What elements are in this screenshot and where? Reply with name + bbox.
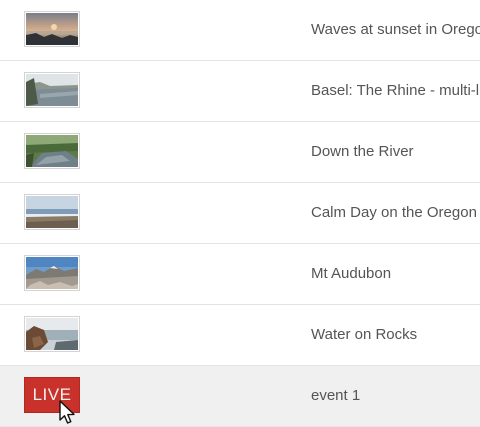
video-list-item[interactable]: Water on Rocks [0, 305, 480, 366]
sunset-ocean-thumbnail [26, 13, 78, 45]
rocks-water-thumbnail [26, 318, 78, 350]
video-thumbnail[interactable] [24, 133, 80, 169]
video-list-item[interactable]: Calm Day on the Oregon C [0, 183, 480, 244]
video-title[interactable]: event 1 [311, 366, 360, 426]
video-title[interactable]: Basel: The Rhine - multi-li [311, 61, 480, 121]
live-badge-thumbnail[interactable]: LIVE [24, 377, 80, 413]
video-list-item[interactable]: Basel: The Rhine - multi-li [0, 61, 480, 122]
video-title[interactable]: Calm Day on the Oregon C [311, 183, 480, 243]
video-thumbnail[interactable] [24, 11, 80, 47]
calm-coast-thumbnail [26, 196, 78, 228]
video-title[interactable]: Mt Audubon [311, 244, 391, 304]
video-title[interactable]: Waves at sunset in Oregon [311, 0, 480, 60]
video-title[interactable]: Water on Rocks [311, 305, 417, 365]
live-badge: LIVE [32, 385, 72, 404]
video-list-item-live[interactable]: LIVE event 1 [0, 366, 480, 427]
mountain-thumbnail [26, 257, 78, 289]
video-title[interactable]: Down the River [311, 122, 414, 182]
video-list-item[interactable]: Mt Audubon [0, 244, 480, 305]
video-thumbnail[interactable] [24, 72, 80, 108]
river-city-thumbnail [26, 74, 78, 106]
video-list-item[interactable]: Down the River [0, 122, 480, 183]
video-list-item[interactable]: Waves at sunset in Oregon [0, 0, 480, 61]
video-thumbnail[interactable] [24, 255, 80, 291]
video-thumbnail[interactable] [24, 316, 80, 352]
video-thumbnail[interactable] [24, 194, 80, 230]
video-list: Waves at sunset in Oregon Basel: The Rhi… [0, 0, 480, 427]
forest-river-thumbnail [26, 135, 78, 167]
